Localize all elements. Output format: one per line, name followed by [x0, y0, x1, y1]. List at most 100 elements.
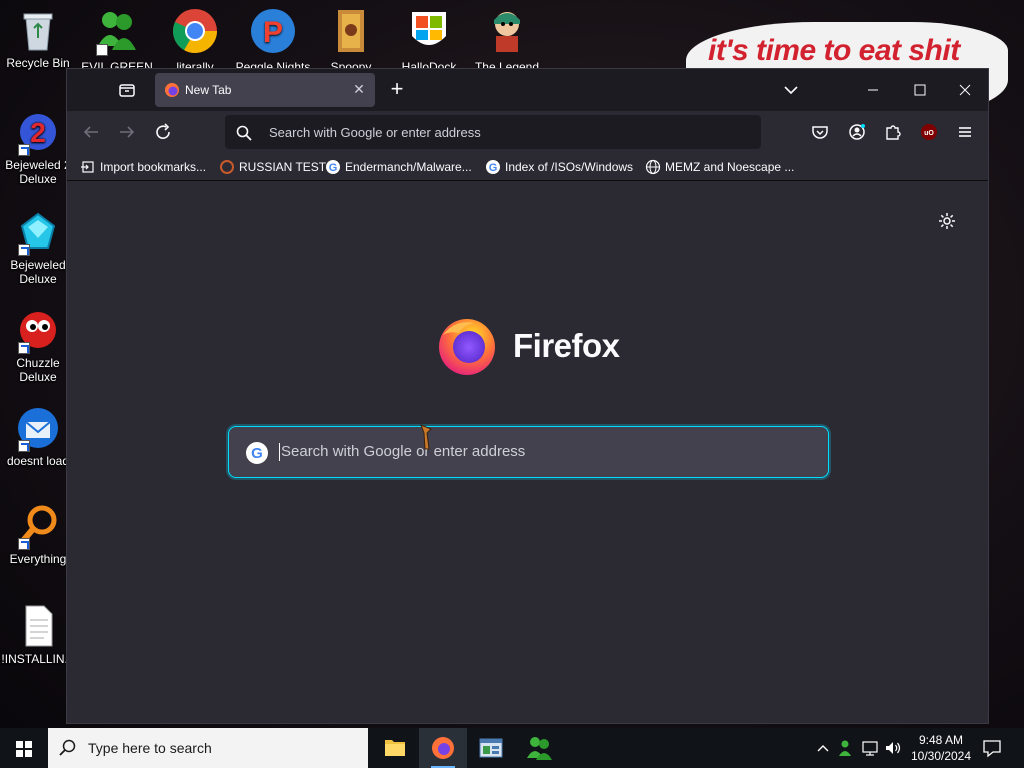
bookmark-label: Import bookmarks... [100, 160, 207, 174]
bookmark-endermanch-malware[interactable]: G Endermanch/Malware... [325, 158, 472, 176]
taskbar-control-panel[interactable] [467, 728, 515, 768]
desktop-icon-everything[interactable]: Everything [0, 502, 76, 566]
import-icon [80, 159, 96, 175]
desktop-icon-recycle-bin[interactable]: Recycle Bin [0, 6, 76, 70]
chevron-up-icon [817, 745, 829, 752]
taskbar-messenger[interactable] [515, 728, 563, 768]
navigation-toolbar: Search with Google or enter address uO [67, 111, 988, 153]
tab-title: New Tab [185, 83, 232, 97]
address-bar[interactable]: Search with Google or enter address [225, 115, 761, 149]
account-icon [849, 124, 865, 140]
russian-test-icon [219, 159, 235, 175]
desktop-icon-installing-file[interactable]: !INSTALLIN... [0, 602, 76, 666]
clock-time: 9:48 AM [918, 733, 964, 747]
list-all-tabs-button[interactable] [779, 79, 803, 101]
new-tab-search-placeholder: Search with Google or enter address [281, 443, 526, 460]
desktop-icon-literally[interactable]: literally [156, 4, 234, 70]
hamburger-menu-icon [959, 127, 971, 137]
recycle-bin-icon [14, 6, 62, 54]
chuzzle-icon [14, 306, 62, 354]
svg-text:G: G [329, 162, 338, 174]
tab-close-icon[interactable]: ✕ [351, 81, 367, 97]
desktop-icon-spoopy[interactable]: Spoopy [312, 4, 390, 70]
bookmark-import[interactable]: Import bookmarks... [80, 158, 206, 176]
notification-icon [983, 740, 1001, 758]
address-bar-placeholder: Search with Google or enter address [269, 125, 481, 140]
bookmark-label: RUSSIAN TEST [239, 160, 327, 174]
start-button[interactable] [0, 728, 48, 768]
tray-messenger[interactable] [836, 738, 856, 758]
action-center-button[interactable] [980, 736, 1004, 760]
chevron-down-icon [784, 86, 798, 95]
customize-button[interactable] [937, 211, 957, 231]
tab-new-tab[interactable]: New Tab ✕ [155, 73, 375, 107]
maximize-button[interactable] [896, 73, 942, 107]
svg-text:P: P [263, 16, 283, 49]
back-button[interactable] [79, 120, 103, 144]
desktop-icon-bejeweled[interactable]: Bejeweled Deluxe [0, 208, 76, 286]
new-tab-search-box[interactable]: G Search with Google or enter address [228, 426, 829, 478]
messenger-icon [92, 6, 142, 56]
svg-text:uO: uO [924, 130, 934, 137]
taskbar-search-placeholder: Type here to search [88, 740, 212, 756]
shortcut-arrow-icon [18, 538, 30, 550]
reload-button[interactable] [151, 120, 175, 144]
thunderbird-icon [14, 404, 62, 452]
tray-volume[interactable] [883, 738, 903, 758]
new-tab-page: Firefox G Search with Google or enter ad… [67, 181, 988, 723]
bejeweled-icon [14, 208, 62, 256]
taskbar-search-box[interactable]: Type here to search [48, 728, 368, 768]
bookmark-index-isos-windows[interactable]: G Index of /ISOs/Windows [485, 158, 633, 176]
firefox-view-button[interactable] [115, 79, 139, 101]
pocket-icon [812, 126, 828, 139]
close-window-button[interactable] [942, 73, 988, 107]
desktop-icon-peggle-nights[interactable]: P Peggle Nights [234, 4, 312, 70]
desktop-icon-label: doesnt load [6, 454, 70, 468]
desktop-icon-evil-green[interactable]: EVIL GREEN [78, 4, 156, 70]
extensions-button[interactable] [881, 120, 905, 144]
desktop-icon-hallodock[interactable]: HalloDock [390, 4, 468, 70]
bookmark-label: Index of /ISOs/Windows [505, 160, 634, 174]
mouse-cursor-icon [419, 423, 433, 451]
minimize-button[interactable] [850, 73, 896, 107]
spoopy-icon [326, 6, 376, 56]
minimize-icon [868, 89, 878, 91]
desktop-icon-thunderbird[interactable]: doesnt load [0, 404, 76, 468]
windows-logo-icon [404, 6, 454, 56]
taskbar-firefox[interactable] [419, 728, 467, 768]
clock-date: 10/30/2024 [910, 749, 972, 763]
globe-icon [645, 159, 661, 175]
pocket-button[interactable] [808, 120, 832, 144]
new-tab-button[interactable]: + [385, 77, 409, 101]
firefox-icon [432, 737, 454, 759]
taskbar-clock[interactable]: 9:48 AM 10/30/2024 [906, 732, 976, 764]
search-icon [58, 738, 78, 758]
network-icon [862, 741, 878, 756]
desktop-icon-label: Everything [9, 552, 67, 566]
control-panel-icon [479, 738, 503, 758]
taskbar-file-explorer[interactable] [371, 728, 419, 768]
firefox-wordmark: Firefox [513, 327, 620, 364]
search-icon [235, 124, 253, 142]
messenger-tray-icon [839, 740, 851, 756]
shortcut-arrow-icon [96, 44, 108, 56]
show-hidden-icons-button[interactable] [813, 738, 833, 758]
bookmark-russian-test[interactable]: RUSSIAN TEST [219, 158, 326, 176]
desktop-icon-the-legend[interactable]: The Legend [468, 4, 546, 70]
bookmark-label: MEMZ and Noescape ... [665, 160, 795, 174]
tab-bar: New Tab ✕ + [67, 69, 988, 111]
desktop-icon-label: Chuzzle Deluxe [16, 356, 60, 384]
desktop-icon-chuzzle[interactable]: Chuzzle Deluxe [0, 306, 76, 384]
forward-button[interactable] [115, 120, 139, 144]
bookmark-memz-noescape[interactable]: MEMZ and Noescape ... [645, 158, 794, 176]
gear-icon [939, 213, 955, 229]
ublock-origin-button[interactable]: uO [917, 120, 941, 144]
account-button[interactable] [845, 120, 869, 144]
tray-network[interactable] [860, 738, 880, 758]
desktop-icon-label: Bejeweled 2 Deluxe [5, 158, 71, 186]
desktop-icon-label: Recycle Bin [6, 56, 70, 70]
shortcut-arrow-icon [18, 244, 30, 256]
text-file-icon [14, 602, 62, 650]
app-menu-button[interactable] [953, 120, 977, 144]
desktop-icon-bejeweled-2[interactable]: 2 Bejeweled 2 Deluxe [0, 108, 76, 186]
